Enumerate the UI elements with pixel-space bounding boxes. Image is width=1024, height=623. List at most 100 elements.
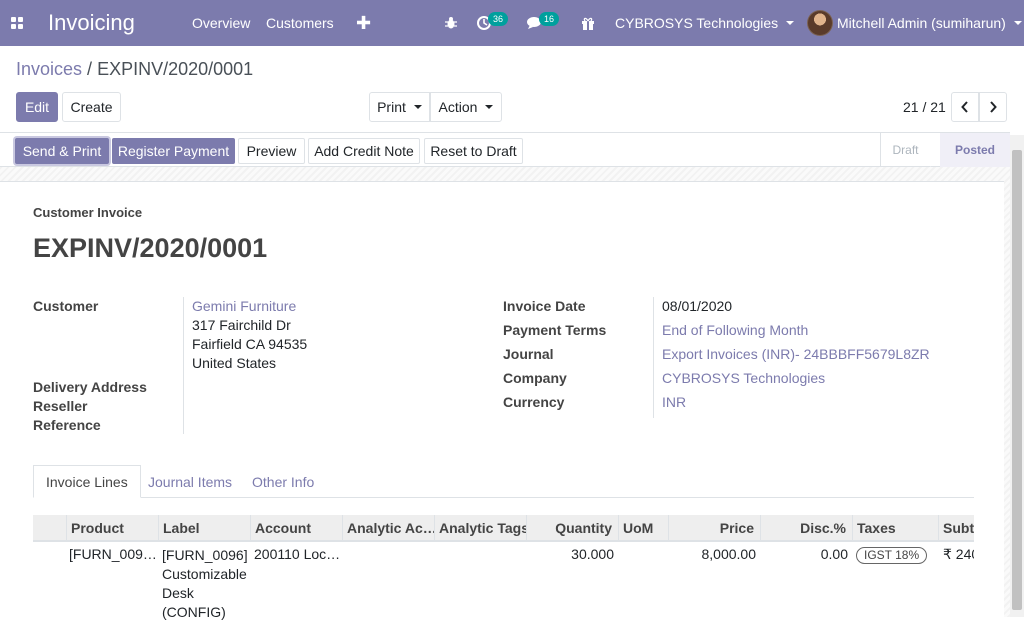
customer-link[interactable]: Gemini Furniture xyxy=(192,298,296,314)
journal-label: Journal xyxy=(503,346,554,362)
chat-icon[interactable]: 16 xyxy=(527,0,560,46)
edit-button[interactable]: Edit xyxy=(16,92,58,122)
message-count-badge: 16 xyxy=(539,12,560,26)
print-dropdown[interactable]: Print xyxy=(369,92,430,122)
table-row[interactable]: [FURN_009… [FURN_0096] Customizable Desk… xyxy=(33,543,974,623)
invoice-type-label: Customer Invoice xyxy=(33,205,143,220)
chevron-down-icon xyxy=(786,21,795,25)
add-credit-note-button[interactable]: Add Credit Note xyxy=(308,138,420,164)
company-link[interactable]: CYBROSYS Technologies xyxy=(662,370,825,386)
reference-label: Reference xyxy=(33,417,101,433)
tab-journal-items[interactable]: Journal Items xyxy=(136,465,244,498)
chevron-down-icon xyxy=(485,105,494,109)
action-dropdown[interactable]: Action xyxy=(430,92,502,122)
delivery-address-label: Delivery Address xyxy=(33,379,147,395)
chevron-right-icon xyxy=(990,101,997,113)
column-uom[interactable]: UoM xyxy=(618,515,668,540)
breadcrumb-separator: / xyxy=(82,59,98,79)
breadcrumb-current: EXPINV/2020/0001 xyxy=(97,59,254,79)
column-product[interactable]: Product xyxy=(66,515,158,540)
reset-to-draft-button[interactable]: Reset to Draft xyxy=(424,138,523,164)
create-button[interactable]: Create xyxy=(62,92,121,122)
cell-discount: 0.00 xyxy=(820,546,848,562)
register-payment-button[interactable]: Register Payment xyxy=(112,138,235,164)
column-quantity[interactable]: Quantity xyxy=(526,515,618,540)
send-print-button[interactable]: Send & Print xyxy=(15,138,109,164)
column-taxes[interactable]: Taxes xyxy=(852,515,938,540)
cell-price: 8,000.00 xyxy=(701,546,757,562)
chevron-down-icon xyxy=(413,105,422,109)
column-discount[interactable]: Disc.% xyxy=(760,515,852,540)
chevron-down-icon xyxy=(1013,21,1022,25)
stage-draft[interactable]: Draft xyxy=(880,133,930,167)
label-line: Customizable xyxy=(162,566,247,582)
column-account[interactable]: Account xyxy=(250,515,342,540)
avatar xyxy=(807,10,833,36)
status-stages: Draft Posted xyxy=(880,133,1010,167)
company-name: CYBROSYS Technologies xyxy=(615,15,779,31)
currency-label: Currency xyxy=(503,394,565,410)
payment-terms-link[interactable]: End of Following Month xyxy=(662,322,808,338)
breadcrumb: Invoices / EXPINV/2020/0001 xyxy=(16,59,253,80)
cell-product: [FURN_009… xyxy=(69,546,157,562)
tab-invoice-lines[interactable]: Invoice Lines xyxy=(33,465,141,498)
invoice-number: EXPINV/2020/0001 xyxy=(33,233,268,263)
stage-arrow xyxy=(930,133,940,167)
address-line-1: 317 Fairchild Dr xyxy=(192,317,291,333)
field-divider xyxy=(183,297,184,434)
column-analytic-tags[interactable]: Analytic Tags xyxy=(434,515,526,540)
apps-menu-icon[interactable] xyxy=(8,0,26,46)
vertical-scrollbar[interactable] xyxy=(1010,135,1024,617)
cell-subtotal: ₹ 240 xyxy=(943,546,974,562)
invoice-lines-header: Product Label Account Analytic Ac… Analy… xyxy=(33,515,974,542)
cell-account: 200110 Loc… xyxy=(254,546,341,562)
customer-label: Customer xyxy=(33,298,99,314)
tab-other-info[interactable]: Other Info xyxy=(240,465,326,498)
pager: 21 / 21 xyxy=(903,92,946,122)
currency-link[interactable]: INR xyxy=(662,394,686,410)
column-label[interactable]: Label xyxy=(158,515,250,540)
pager-value[interactable]: 21 / 21 xyxy=(903,99,946,115)
label-line: (CONFIG) xyxy=(162,604,226,620)
menu-overview[interactable]: Overview xyxy=(192,0,250,46)
column-analytic-account[interactable]: Analytic Ac… xyxy=(342,515,434,540)
form-statusbar: Send & Print Register Payment Preview Ad… xyxy=(0,132,1010,167)
stage-posted: Posted xyxy=(940,133,1010,167)
bug-icon[interactable] xyxy=(444,0,458,46)
address-line-2: Fairfield CA 94535 xyxy=(192,336,308,352)
breadcrumb-invoices[interactable]: Invoices xyxy=(16,59,82,79)
menu-customers[interactable]: Customers xyxy=(266,0,334,46)
notebook-tabs: Invoice Lines Journal Items Other Info xyxy=(33,465,974,498)
pager-next-button[interactable] xyxy=(979,92,1007,122)
address-line-3: United States xyxy=(192,355,277,371)
invoice-date-label: Invoice Date xyxy=(503,298,586,314)
cell-taxes: IGST 18% xyxy=(856,546,936,564)
action-label: Action xyxy=(438,99,478,115)
invoice-date-value: 08/01/2020 xyxy=(662,298,733,314)
column-subtotal[interactable]: Subto xyxy=(938,515,974,540)
pager-previous-button[interactable] xyxy=(951,92,979,122)
print-label: Print xyxy=(377,99,406,115)
user-menu[interactable]: Mitchell Admin (sumiharun) xyxy=(807,0,1022,46)
label-line: Desk xyxy=(162,585,194,601)
chevron-left-icon xyxy=(961,101,968,113)
activity-clock-icon[interactable]: 36 xyxy=(476,0,509,46)
gift-icon[interactable] xyxy=(581,0,595,46)
company-label: Company xyxy=(503,370,567,386)
payment-terms-label: Payment Terms xyxy=(503,322,607,338)
scrollbar-thumb[interactable] xyxy=(1012,150,1022,610)
column-price[interactable]: Price xyxy=(668,515,760,540)
plus-icon[interactable]: ✚ xyxy=(356,0,371,46)
reseller-label: Reseller xyxy=(33,398,88,414)
label-line: [FURN_0096] xyxy=(162,547,248,563)
cell-quantity: 30.000 xyxy=(571,546,614,562)
user-name: Mitchell Admin (sumiharun) xyxy=(837,15,1006,31)
journal-link[interactable]: Export Invoices (INR)- 24BBBFF5679L8ZR xyxy=(662,346,930,362)
tax-badge: IGST 18% xyxy=(856,547,928,564)
cell-label: [FURN_0096] Customizable Desk (CONFIG) xyxy=(162,546,252,622)
company-switcher[interactable]: CYBROSYS Technologies xyxy=(615,0,795,46)
preview-button[interactable]: Preview xyxy=(238,138,305,164)
top-navbar: Invoicing Overview Customers ✚ 36 16 CYB… xyxy=(0,0,1024,46)
app-title[interactable]: Invoicing xyxy=(48,0,135,46)
activity-count-badge: 36 xyxy=(488,12,509,26)
